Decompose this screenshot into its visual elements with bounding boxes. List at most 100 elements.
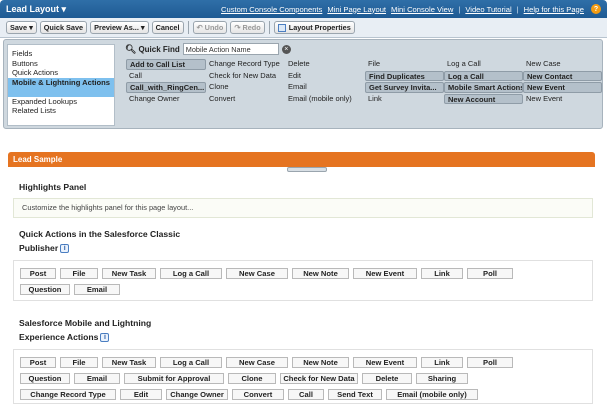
experience-actions-box: Post File New Task Log a Call New Case New No…	[13, 349, 593, 404]
palette-item[interactable]: New Account	[444, 93, 523, 104]
palette-item[interactable]: Log a Call	[444, 70, 523, 81]
palette-item[interactable]: Clone	[206, 82, 285, 93]
action-chip[interactable]: Email	[74, 373, 120, 384]
action-chip[interactable]: Convert	[232, 389, 284, 400]
action-chip[interactable]: Send Text	[328, 389, 382, 400]
search-icon: 🔍︎	[125, 43, 137, 54]
action-chip[interactable]: Change Owner	[166, 389, 228, 400]
action-chip[interactable]: Link	[421, 268, 463, 279]
action-chip[interactable]: Clone	[228, 373, 276, 384]
palette-item[interactable]: Call_with_RingCen...	[126, 82, 206, 93]
category-expanded-lookups[interactable]: Expanded Lookups	[8, 97, 114, 107]
chevron-down-icon: ▾	[29, 23, 33, 32]
action-chip[interactable]: New Task	[102, 357, 156, 368]
quick-find: 🔍︎Quick Find ×	[125, 43, 291, 55]
category-quick-actions[interactable]: Quick Actions	[8, 68, 114, 78]
action-chip[interactable]: Post	[20, 268, 56, 279]
action-chip[interactable]: Log a Call	[160, 357, 222, 368]
action-chip[interactable]: Delete	[362, 373, 412, 384]
palette-item[interactable]: New Event	[523, 82, 602, 93]
action-chip[interactable]: Question	[20, 373, 70, 384]
palette-item[interactable]: Find Duplicates	[365, 70, 444, 81]
palette-item[interactable]: New Case	[523, 59, 602, 70]
action-chip[interactable]: New Case	[226, 268, 288, 279]
layout-title: Lead Layout	[6, 3, 60, 14]
preview-as-label: Preview As...	[94, 23, 139, 32]
palette-item[interactable]: Get Survey Invita...	[365, 82, 444, 93]
info-icon[interactable]: i	[100, 333, 110, 343]
clear-icon[interactable]: ×	[281, 44, 291, 54]
action-chip[interactable]: File	[60, 268, 98, 279]
action-chip[interactable]: New Case	[226, 357, 288, 368]
action-chip[interactable]: Edit	[120, 389, 162, 400]
palette-item[interactable]: Change Owner	[126, 94, 206, 105]
palette-item[interactable]: Convert	[206, 94, 285, 105]
palette-item[interactable]: Delete	[285, 59, 365, 70]
palette-item[interactable]: Log a Call	[444, 59, 523, 70]
action-chip[interactable]: Poll	[467, 357, 513, 368]
category-buttons[interactable]: Buttons	[8, 59, 114, 69]
action-chip[interactable]: Post	[20, 357, 56, 368]
preview-as-button[interactable]: Preview As... ▾	[90, 21, 149, 34]
action-chip[interactable]: New Note	[292, 268, 349, 279]
header-links: Custom Console Components Mini Page Layo…	[221, 4, 601, 14]
save-button[interactable]: Save ▾	[6, 21, 37, 34]
action-chip[interactable]: New Event	[353, 268, 417, 279]
action-chip[interactable]: New Note	[292, 357, 349, 368]
palette-item[interactable]: Edit	[285, 71, 365, 82]
redo-button[interactable]: ↷ Redo	[230, 21, 265, 34]
action-chip[interactable]: Poll	[467, 268, 513, 279]
action-chip[interactable]: Link	[421, 357, 463, 368]
layout-toolbar: Save ▾ Quick Save Preview As... ▾ Cancel…	[0, 18, 607, 38]
publisher-title: Publisher i	[19, 243, 70, 254]
link-mini-page-layout[interactable]: Mini Page Layout	[327, 5, 386, 14]
info-icon[interactable]: i	[60, 244, 70, 254]
palette-item[interactable]: Mobile Smart Actions	[444, 82, 523, 93]
link-separator: |	[516, 4, 519, 14]
category-fields[interactable]: Fields	[8, 49, 114, 59]
palette-item[interactable]: New Contact	[523, 70, 602, 81]
palette-panel: Fields Buttons Quick Actions Mobile & Li…	[3, 39, 603, 172]
link-help-for-this-page[interactable]: Help for this Page	[524, 5, 584, 14]
category-related-lists[interactable]: Related Lists	[8, 106, 114, 116]
action-chip[interactable]: Sharing	[416, 373, 468, 384]
undo-button[interactable]: ↶ Undo	[192, 21, 228, 34]
layout-title-dropdown[interactable]: Lead Layout ▾	[6, 4, 66, 15]
palette-item[interactable]: File	[365, 59, 444, 70]
cancel-button[interactable]: Cancel	[151, 21, 184, 34]
action-chip[interactable]: Email	[74, 284, 120, 295]
palette-item[interactable]: Check for New Data	[206, 71, 285, 82]
action-chip[interactable]: New Task	[102, 268, 156, 279]
layout-properties-label: Layout Properties	[288, 23, 351, 32]
action-chip[interactable]: Email (mobile only)	[386, 389, 478, 400]
action-chip[interactable]: Question	[20, 284, 70, 295]
highlights-panel-box[interactable]: Customize the highlights panel for this …	[13, 198, 593, 218]
action-chip[interactable]: New Event	[353, 357, 417, 368]
action-chip[interactable]: Log a Call	[160, 268, 222, 279]
palette-resize-handle[interactable]	[287, 167, 327, 172]
help-icon[interactable]: ?	[591, 4, 601, 14]
link-custom-console-components[interactable]: Custom Console Components	[221, 5, 322, 14]
palette-item[interactable]: Change Record Type	[206, 59, 285, 70]
action-chip[interactable]: Change Record Type	[20, 389, 116, 400]
quick-save-button[interactable]: Quick Save	[39, 21, 88, 34]
palette-item[interactable]: New Event	[523, 94, 602, 105]
palette-item[interactable]: Email (mobile only)	[285, 94, 365, 105]
action-chip[interactable]: File	[60, 357, 98, 368]
action-chip[interactable]: Submit for Approval	[124, 373, 224, 384]
palette-items-grid: Add to Call List Change Record Type Delete…	[126, 59, 602, 104]
toolbar-divider	[268, 21, 270, 34]
layout-properties-button[interactable]: Layout Properties	[273, 21, 355, 34]
link-mini-console-view[interactable]: Mini Console View	[391, 5, 453, 14]
category-mobile-lightning-actions[interactable]: Mobile & Lightning Actions	[8, 77, 114, 97]
publisher-label: Publisher	[19, 243, 59, 253]
properties-icon	[277, 23, 286, 32]
palette-item[interactable]: Call	[126, 71, 206, 82]
quick-find-input[interactable]	[182, 43, 279, 55]
action-chip[interactable]: Check for New Data	[280, 373, 358, 384]
action-chip[interactable]: Call	[288, 389, 324, 400]
palette-item[interactable]: Add to Call List	[126, 59, 206, 70]
link-video-tutorial[interactable]: Video Tutorial	[465, 5, 511, 14]
palette-item[interactable]: Email	[285, 82, 365, 93]
palette-item[interactable]: Link	[365, 94, 444, 105]
